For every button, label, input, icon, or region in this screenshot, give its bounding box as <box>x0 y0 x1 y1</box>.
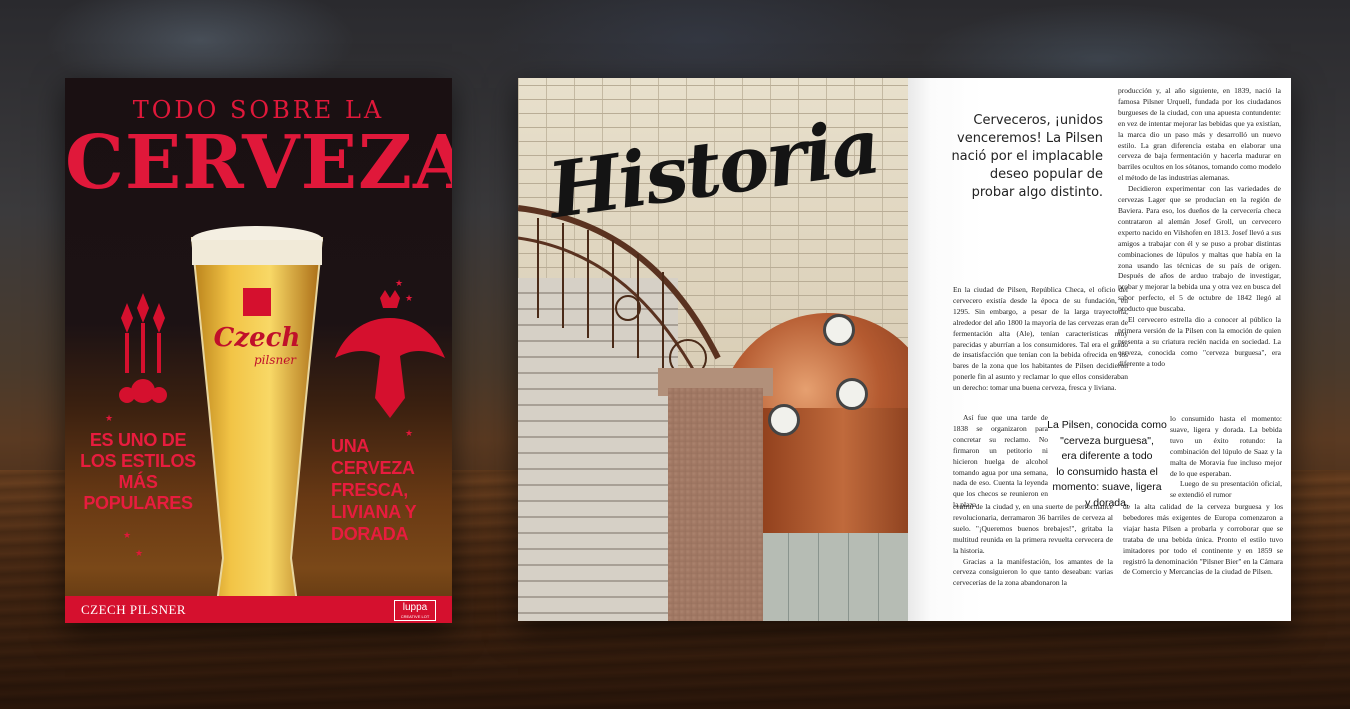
article-column-right: producción y, al año siguiente, en 1839,… <box>1118 86 1281 370</box>
article-column-left: En la ciudad de Pilsen, República Checa,… <box>953 285 1128 394</box>
right-tagline-line: LIVIANA Y <box>331 502 417 522</box>
right-tagline-line: UNA <box>331 436 370 456</box>
pull-quote-line: era diferente a todo <box>1061 450 1153 462</box>
star-icon: ★ <box>405 428 414 438</box>
cover-bottom-label: CZECH PILSNER <box>81 602 187 617</box>
brewery-photo-page: Historia <box>518 78 908 621</box>
paragraph: Así fue que una tarde de 1838 se organiz… <box>953 413 1048 510</box>
eagle-icon <box>335 290 445 418</box>
right-tagline-line: CERVEZA <box>331 458 415 478</box>
gauge-icon <box>823 314 855 346</box>
star-icon: ★ <box>105 413 114 423</box>
pull-quote-line: La Pilsen, conocida como <box>1047 419 1167 431</box>
paragraph: Luego de su presentación oficial, se ext… <box>1170 479 1282 500</box>
magazine-cover: TODO SOBRE LA CERVEZA Czech pilsner ES U… <box>65 78 452 623</box>
paragraph: producción y, al año siguiente, en 1839,… <box>1118 86 1281 183</box>
paragraph: Decidieron experimentar con las variedad… <box>1118 184 1281 314</box>
article-text-page: Cerveceros, ¡unidos venceremos! La Pilse… <box>908 78 1291 621</box>
left-tagline-line: ES UNO DE <box>89 430 187 450</box>
paragraph: central de la ciudad y, en una suerte de… <box>953 502 1113 555</box>
pull-quote-top: Cerveceros, ¡unidos venceremos! La Pilse… <box>951 113 1103 200</box>
paragraph: El cervecero estrella dio a conocer al p… <box>1118 315 1281 368</box>
publisher-logo: luppa CREATIVE LOT <box>394 600 436 621</box>
star-icon: ★ <box>123 530 132 540</box>
paragraph: de la alta calidad de la cerveza burgues… <box>1123 502 1283 577</box>
article-column-bottom: central de la ciudad y, en una suerte de… <box>953 502 1283 589</box>
pull-quote-line: momento: suave, ligera <box>1052 481 1162 493</box>
granite-pillar <box>668 388 763 621</box>
pull-quote-line: "cerveza burguesa", <box>1060 434 1154 447</box>
publisher-sub: CREATIVE LOT <box>400 614 430 619</box>
pull-quote-line: lo consumido hasta el <box>1056 465 1158 478</box>
beer-glass-image: Czech pilsner <box>190 226 324 604</box>
glass-brand-text: Czech <box>214 323 301 353</box>
right-tagline-line: DORADA <box>331 524 409 544</box>
star-icon: ★ <box>135 548 144 558</box>
paragraph: Gracias a la manifestación, los amantes … <box>953 556 1113 588</box>
gauge-icon <box>836 378 868 410</box>
glass-sub-text: pilsner <box>254 353 297 367</box>
article-column-right-lower: lo consumido hasta el momento: suave, li… <box>1170 414 1282 501</box>
article-column-mid-left: Así fue que una tarde de 1838 se organiz… <box>953 413 1048 511</box>
publisher-name: luppa <box>402 602 428 613</box>
cover-bottom-bar: CZECH PILSNER luppa CREATIVE LOT <box>65 596 452 623</box>
gauge-icon <box>768 404 800 436</box>
right-tagline-line: FRESCA, <box>331 480 408 500</box>
left-tagline-line: LOS ESTILOS <box>80 451 196 471</box>
magazine-spread: Historia Cerveceros, ¡unidos venceremos!… <box>518 78 1291 621</box>
left-tagline-line: POPULARES <box>83 493 193 513</box>
cover-right-tagline: UNA CERVEZA FRESCA, LIVIANA Y DORADA <box>331 435 451 545</box>
star-icon: ★ <box>405 293 414 303</box>
left-tagline-line: MÁS <box>118 472 158 492</box>
paragraph: En la ciudad de Pilsen, República Checa,… <box>953 285 1128 393</box>
wheat-icon <box>119 293 167 403</box>
paragraph: lo consumido hasta el momento: suave, li… <box>1170 414 1282 478</box>
cover-title: CERVEZA <box>65 120 452 206</box>
pull-quote-mid: La Pilsen, conocida como "cerveza burgue… <box>1046 418 1168 511</box>
cover-left-tagline: ES UNO DE LOS ESTILOS MÁS POPULARES <box>73 430 203 514</box>
star-icon: ★ <box>395 278 404 288</box>
